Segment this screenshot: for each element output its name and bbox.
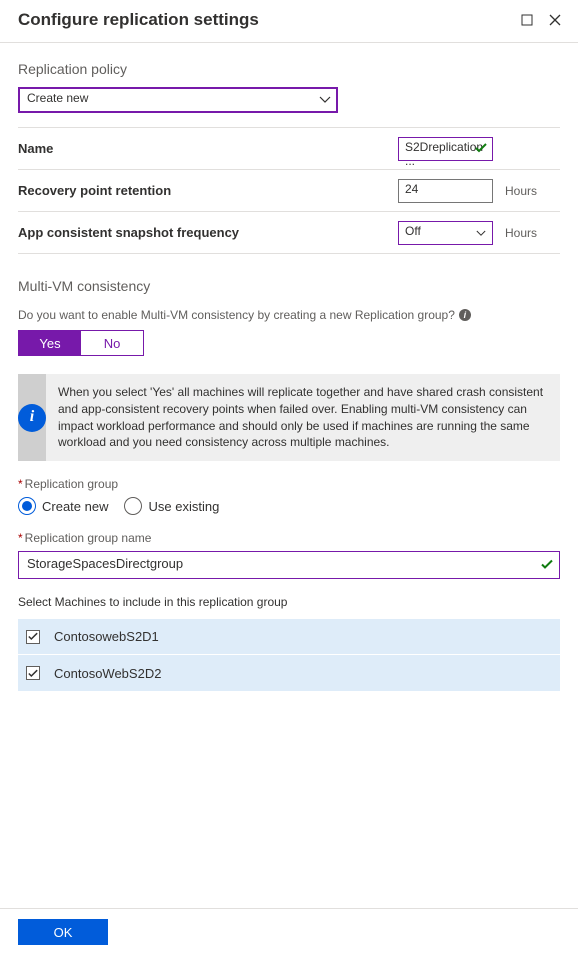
title-bar: Configure replication settings <box>0 0 578 43</box>
chevron-down-icon <box>319 93 331 107</box>
radio-use-existing[interactable]: Use existing <box>124 497 219 515</box>
machine-name: ContosowebS2D1 <box>54 629 159 644</box>
snapshot-label: App consistent snapshot frequency <box>18 225 398 240</box>
info-text: When you select 'Yes' all machines will … <box>46 374 560 461</box>
info-box: i When you select 'Yes' all machines wil… <box>18 374 560 461</box>
checkbox[interactable] <box>26 630 40 644</box>
select-machines-label: Select Machines to include in this repli… <box>18 595 560 609</box>
chevron-down-icon <box>476 226 486 240</box>
footer: OK <box>0 908 578 955</box>
name-label: Name <box>18 141 398 156</box>
group-name-label: *Replication group name <box>18 531 560 545</box>
retention-input[interactable]: 24 <box>398 179 493 203</box>
radio-icon <box>18 497 36 515</box>
replication-policy-select[interactable]: Create new <box>18 87 338 113</box>
restore-button[interactable] <box>518 11 536 29</box>
close-button[interactable] <box>546 11 564 29</box>
required-star: * <box>18 531 23 545</box>
panel-title: Configure replication settings <box>18 10 508 30</box>
snapshot-unit: Hours <box>505 226 560 240</box>
checkbox[interactable] <box>26 666 40 680</box>
radio-icon <box>124 497 142 515</box>
name-value: S2Dreplication ... <box>405 140 483 168</box>
info-icon[interactable]: i <box>459 309 471 321</box>
machines-list: ContosowebS2D1 ContosoWebS2D2 <box>18 619 560 691</box>
replication-group-radios: Create new Use existing <box>18 497 560 515</box>
toggle-yes[interactable]: Yes <box>19 331 81 355</box>
checkmark-icon <box>475 142 487 156</box>
yes-no-toggle[interactable]: Yes No <box>18 330 144 356</box>
info-icon-cell: i <box>18 374 46 461</box>
name-input[interactable]: S2Dreplication ... <box>398 137 493 161</box>
replication-group-label: *Replication group <box>18 477 560 491</box>
group-name-value: StorageSpacesDirectgroup <box>27 556 183 571</box>
multivm-question: Do you want to enable Multi-VM consisten… <box>18 308 560 322</box>
snapshot-value: Off <box>405 224 421 238</box>
checkmark-icon <box>541 558 553 573</box>
machine-row[interactable]: ContosowebS2D1 <box>18 619 560 655</box>
name-row: Name S2Dreplication ... <box>18 128 560 170</box>
machine-row[interactable]: ContosoWebS2D2 <box>18 655 560 691</box>
multivm-heading: Multi-VM consistency <box>18 278 560 294</box>
snapshot-select[interactable]: Off <box>398 221 493 245</box>
snapshot-row: App consistent snapshot frequency Off Ho… <box>18 212 560 254</box>
retention-value: 24 <box>405 182 418 196</box>
retention-unit: Hours <box>505 184 560 198</box>
replication-policy-value: Create new <box>27 91 88 105</box>
radio-create-new[interactable]: Create new <box>18 497 108 515</box>
replication-policy-heading: Replication policy <box>18 61 560 77</box>
info-badge-icon: i <box>18 404 46 432</box>
ok-button[interactable]: OK <box>18 919 108 945</box>
group-name-input[interactable]: StorageSpacesDirectgroup <box>18 551 560 579</box>
retention-label: Recovery point retention <box>18 183 398 198</box>
machine-name: ContosoWebS2D2 <box>54 666 161 681</box>
retention-row: Recovery point retention 24 Hours <box>18 170 560 212</box>
toggle-no[interactable]: No <box>81 331 143 355</box>
required-star: * <box>18 477 23 491</box>
